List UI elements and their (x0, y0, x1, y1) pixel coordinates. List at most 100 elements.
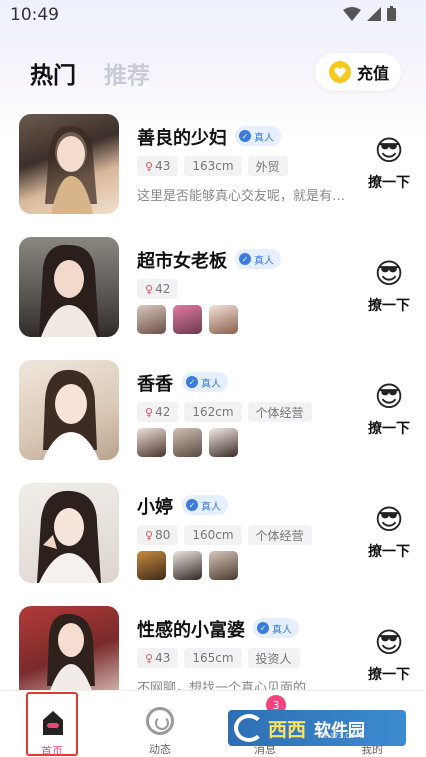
battery-icon (387, 6, 396, 21)
verified-badge: ✓ 真人 (253, 618, 299, 638)
user-name: 小婷 (137, 497, 173, 518)
status-icons (343, 6, 396, 21)
flirt-button[interactable]: 😎 撩一下 (366, 257, 412, 335)
status-time: 10:49 (10, 5, 59, 25)
avatar[interactable] (19, 114, 119, 214)
age-tag: ♀ 42 (137, 279, 179, 299)
user-tags: ♀ 42 162cm 个体经营 (137, 402, 312, 422)
user-card[interactable]: 香香 ✓ 真人 ♀ 42 162cm 个体经营 😎 撩一下 (0, 358, 426, 468)
watermark-domain: CR173.COM (320, 732, 362, 740)
signal-icon (367, 6, 381, 21)
flirt-button[interactable]: 😎 撩一下 (366, 380, 412, 458)
photo-thumbnail[interactable] (209, 428, 238, 457)
flirt-label: 撩一下 (368, 544, 410, 560)
verified-icon: ✓ (257, 622, 269, 634)
photo-thumbnail[interactable] (209, 551, 238, 580)
user-list[interactable]: 善良的少妇 ✓ 真人 ♀ 43 163cm 外贸 这里是否能够真心交友呢，就是有点…… (0, 110, 426, 690)
user-tags: ♀ 43 163cm 外贸 (137, 156, 288, 176)
tab-hot[interactable]: 热门 (30, 56, 76, 90)
nav-home[interactable]: 首页 (26, 692, 78, 757)
watermark-brand: 西西 (268, 718, 307, 741)
nav-moments[interactable]: 动态 (120, 691, 200, 757)
flirt-button[interactable]: 😎 撩一下 (366, 503, 412, 581)
avatar[interactable] (19, 483, 119, 583)
cool-wave-emoji-icon: 😎 (374, 257, 404, 290)
flirt-label: 撩一下 (368, 175, 410, 191)
user-description: 这里是否能够真心交友呢，就是有点… (137, 189, 357, 204)
verified-icon: ✓ (239, 130, 251, 142)
user-name: 性感的小富婆 (137, 620, 245, 641)
verified-icon: ✓ (186, 499, 198, 511)
flirt-button[interactable]: 😎 撩一下 (366, 134, 412, 212)
verified-icon: ✓ (186, 376, 198, 388)
user-description: 不网聊，想找一个真心见面的 (137, 681, 307, 690)
tab-recommend[interactable]: 推荐 (104, 56, 150, 90)
age-tag: ♀ 42 (137, 402, 179, 422)
female-icon: ♀ (145, 159, 154, 173)
user-card[interactable]: 小婷 ✓ 真人 ♀ 80 160cm 个体经营 😎 撩一下 (0, 481, 426, 591)
nav-moments-label: 动态 (149, 743, 171, 756)
height-tag: 160cm (184, 525, 242, 545)
avatar[interactable] (19, 237, 119, 337)
photo-thumbnails (137, 305, 238, 334)
user-name: 香香 (137, 374, 173, 395)
verified-icon: ✓ (239, 253, 251, 265)
user-card[interactable]: 性感的小富婆 ✓ 真人 ♀ 43 165cm 投资人 不网聊，想找一个真心见面的 😎… (0, 604, 426, 690)
job-tag: 外贸 (247, 156, 288, 176)
cool-wave-emoji-icon: 😎 (374, 503, 404, 536)
flirt-label: 撩一下 (368, 298, 410, 314)
user-tags: ♀ 80 160cm 个体经营 (137, 525, 312, 545)
user-card[interactable]: 善良的少妇 ✓ 真人 ♀ 43 163cm 外贸 这里是否能够真心交友呢，就是有点…… (0, 112, 426, 222)
verified-badge: ✓ 真人 (235, 126, 281, 146)
height-tag: 163cm (184, 156, 242, 176)
user-name: 超市女老板 (137, 251, 227, 272)
top-header: 热门 推荐 充值 (0, 50, 426, 94)
photo-thumbnail[interactable] (173, 305, 202, 334)
status-bar: 10:49 (0, 0, 426, 30)
verified-badge: ✓ 真人 (182, 372, 228, 392)
job-tag: 个体经营 (247, 402, 312, 422)
photo-thumbnail[interactable] (209, 305, 238, 334)
photo-thumbnail[interactable] (173, 428, 202, 457)
user-card[interactable]: 超市女老板 ✓ 真人 ♀ 42 😎 撩一下 (0, 235, 426, 345)
wifi-icon (343, 6, 361, 21)
cool-wave-emoji-icon: 😎 (374, 134, 404, 167)
photo-thumbnail[interactable] (137, 305, 166, 334)
user-name: 善良的少妇 (137, 128, 227, 149)
avatar[interactable] (19, 360, 119, 460)
photo-thumbnail[interactable] (137, 428, 166, 457)
age-tag: ♀ 43 (137, 156, 179, 176)
verified-badge: ✓ 真人 (235, 249, 281, 269)
user-tags: ♀ 43 165cm 投资人 (137, 648, 300, 668)
photo-thumbnail[interactable] (173, 551, 202, 580)
heart-coin-icon (329, 61, 351, 83)
photo-thumbnails (137, 428, 238, 457)
cool-wave-emoji-icon: 😎 (374, 380, 404, 413)
height-tag: 165cm (184, 648, 242, 668)
female-icon: ♀ (145, 528, 154, 542)
cool-wave-emoji-icon: 😎 (374, 626, 404, 659)
recharge-button[interactable]: 充值 (315, 53, 401, 91)
job-tag: 投资人 (247, 648, 300, 668)
age-tag: ♀ 43 (137, 648, 179, 668)
photo-thumbnail[interactable] (137, 551, 166, 580)
nav-home-label: 首页 (41, 745, 63, 757)
flirt-button[interactable]: 😎 撩一下 (366, 626, 412, 690)
age-tag: ♀ 80 (137, 525, 179, 545)
moments-icon (146, 707, 174, 735)
home-icon (43, 711, 63, 735)
female-icon: ♀ (145, 282, 154, 296)
avatar[interactable] (19, 606, 119, 690)
recharge-label: 充值 (357, 64, 390, 83)
flirt-label: 撩一下 (368, 421, 410, 437)
female-icon: ♀ (145, 651, 154, 665)
female-icon: ♀ (145, 405, 154, 419)
height-tag: 162cm (184, 402, 242, 422)
watermark: 西西 软件园 CR173.COM (228, 710, 406, 746)
job-tag: 个体经营 (247, 525, 312, 545)
photo-thumbnails (137, 551, 238, 580)
user-tags: ♀ 42 (137, 279, 179, 299)
watermark-logo-icon (234, 714, 264, 742)
flirt-label: 撩一下 (368, 667, 410, 683)
verified-badge: ✓ 真人 (182, 495, 228, 515)
